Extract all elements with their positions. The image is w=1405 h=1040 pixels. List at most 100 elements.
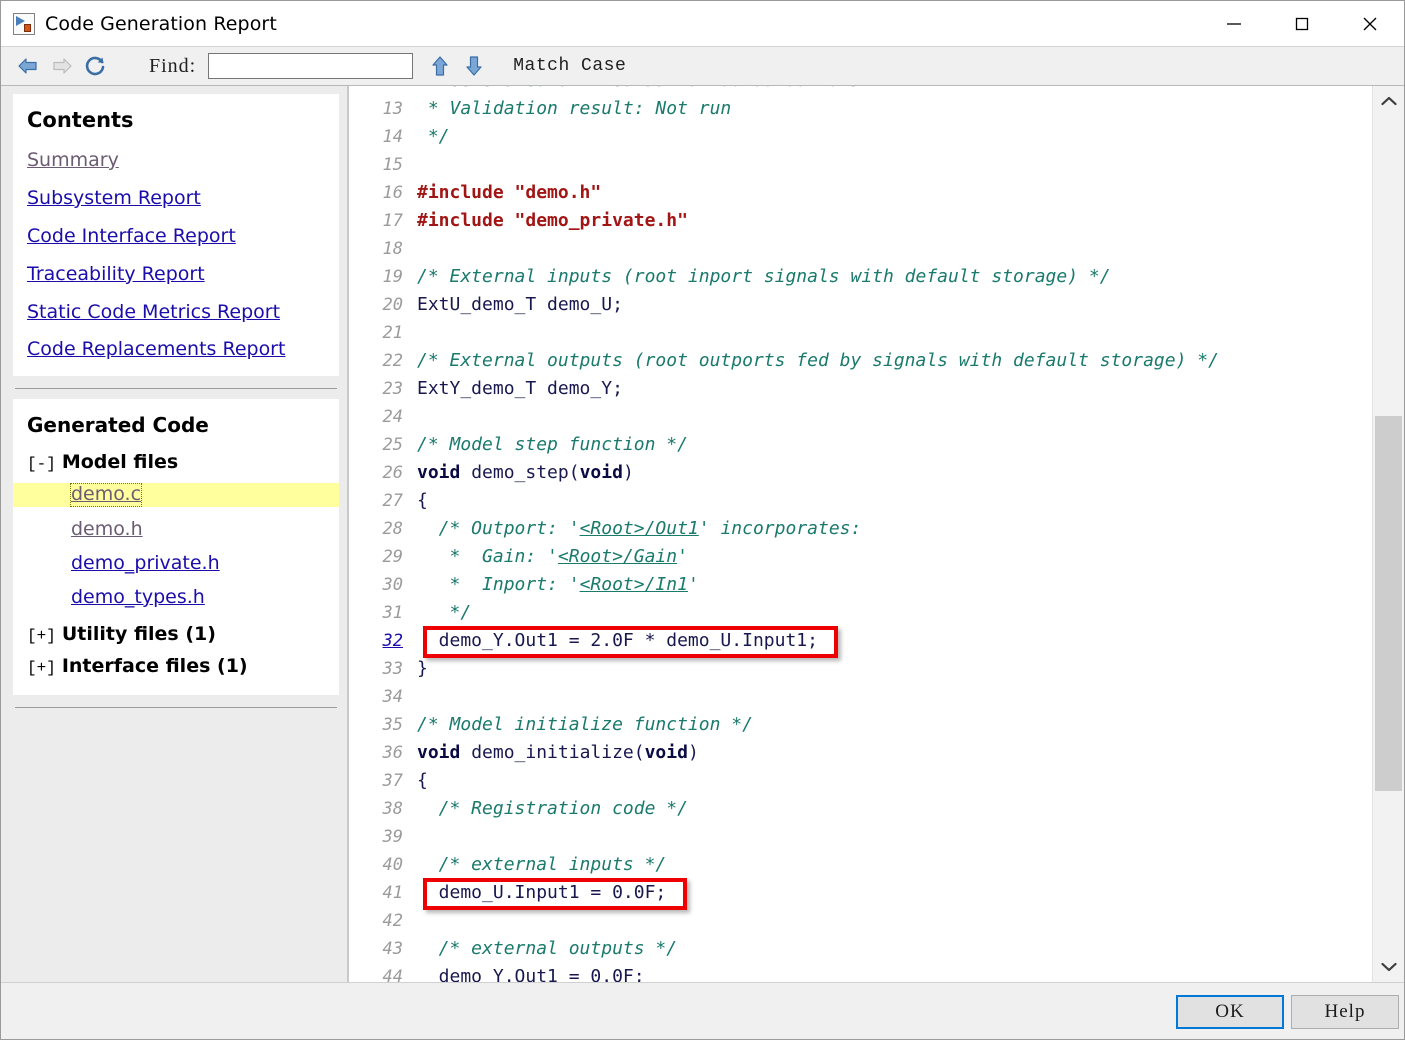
tree-file-demo-types-h[interactable]: demo_types.h	[71, 586, 205, 609]
back-arrow-icon[interactable]	[11, 49, 45, 83]
tree-group-label: Interface files (1)	[61, 654, 248, 677]
code-line: 30 * Inport: '<Root>/In1'	[349, 571, 1373, 599]
code-token: demo_Y.Out1 = 0.0F;	[417, 966, 645, 982]
code-line: 21	[349, 319, 1373, 347]
code-line-number-link[interactable]: 32	[349, 627, 403, 655]
find-label: Find:	[149, 54, 197, 77]
code-line-number: 16	[382, 183, 403, 203]
code-line-number: 28	[382, 519, 403, 539]
code-line: 15	[349, 151, 1373, 179]
sidebar-divider-1	[15, 388, 337, 390]
code-token: {	[417, 770, 428, 791]
code-block-link[interactable]: <Root>/Out1	[580, 518, 699, 539]
code-token: */	[417, 602, 472, 623]
generated-code-panel: Generated Code [-] Model files demo.c de…	[13, 399, 339, 695]
collapse-toggle-icon[interactable]: [-]	[27, 455, 56, 473]
toc-link-summary[interactable]: Summary	[27, 150, 119, 171]
scroll-up-chevron-icon[interactable]	[1373, 86, 1404, 116]
code-line: 29 * Gain: '<Root>/Gain'	[349, 543, 1373, 571]
code-line: 16 #include "demo.h"	[349, 179, 1373, 207]
code-token: ExtY_demo_T demo_Y;	[417, 378, 623, 399]
find-next-down-arrow-icon[interactable]	[457, 49, 491, 83]
code-token: /* Outport: '	[417, 518, 580, 539]
code-token: }	[417, 658, 428, 679]
tree-group-utility-files[interactable]: [+] Utility files (1)	[27, 623, 325, 645]
maximize-icon[interactable]	[1268, 1, 1336, 46]
code-line-number: 38	[382, 799, 403, 819]
tree-group-label: Model files	[61, 451, 179, 474]
main-body: Contents Summary Subsystem Report Code I…	[1, 86, 1404, 982]
scrollbar-thumb[interactable]	[1375, 416, 1402, 791]
code-line-number: 25	[382, 435, 403, 455]
code-token: demo_initialize(	[460, 742, 645, 763]
code-token: demo_step(	[460, 462, 580, 483]
search-input[interactable]	[208, 53, 414, 79]
code-line-number: 19	[382, 267, 403, 287]
tree-group-interface-files[interactable]: [+] Interface files (1)	[27, 655, 325, 677]
code-line: 31 */	[349, 599, 1373, 627]
refresh-icon[interactable]	[79, 49, 113, 83]
code-line-number: 36	[382, 743, 403, 763]
toc-link-static-code-metrics-report[interactable]: Static Code Metrics Report	[27, 301, 280, 323]
expand-toggle-icon[interactable]: [+]	[27, 659, 56, 677]
expand-toggle-icon[interactable]: [+]	[27, 627, 56, 645]
window-controls	[1200, 1, 1404, 46]
forward-arrow-icon	[45, 49, 79, 83]
scroll-down-chevron-icon[interactable]	[1373, 952, 1404, 982]
code-line: 36 void demo_initialize(void)	[349, 739, 1373, 767]
tree-file-row-selected[interactable]: demo.c	[13, 483, 339, 508]
toc-link-code-replacements-report[interactable]: Code Replacements Report	[27, 339, 285, 360]
find-previous-up-arrow-icon[interactable]	[423, 49, 457, 83]
code-line-number: 43	[382, 939, 403, 959]
code-vertical-scrollbar[interactable]	[1372, 86, 1404, 982]
code-generation-report-window: Code Generation Report Find: Match Case …	[0, 0, 1405, 1040]
minimize-icon[interactable]	[1200, 1, 1268, 46]
code-line-number: 13	[382, 99, 403, 119]
navigation-toolbar: Find: Match Case	[1, 46, 1404, 86]
tree-file-demo-h[interactable]: demo.h	[71, 518, 143, 541]
ok-button[interactable]: OK	[1176, 995, 1284, 1029]
tree-file-demo-private-h[interactable]: demo_private.h	[71, 552, 220, 575]
code-line: 13 * Validation result: Not run	[349, 95, 1373, 123]
code-token: ' incorporates:	[698, 518, 862, 539]
code-token: void	[417, 462, 461, 483]
match-case-option[interactable]: Match Case	[513, 56, 626, 76]
code-line-number: 26	[382, 463, 403, 483]
code-line-number: 30	[382, 575, 403, 595]
code-line: 38 /* Registration code */	[349, 795, 1373, 823]
title-bar: Code Generation Report	[1, 1, 1404, 46]
code-line: 24	[349, 403, 1373, 431]
toc-link-subsystem-report[interactable]: Subsystem Report	[27, 187, 201, 209]
code-token: /* external inputs */	[417, 854, 667, 875]
code-block-link[interactable]: <Root>/In1	[580, 574, 688, 595]
code-block-link[interactable]: <Root>/Gain	[558, 546, 677, 567]
tree-file-demo-c[interactable]: demo.c	[69, 483, 143, 508]
toc-link-traceability-report[interactable]: Traceability Report	[27, 263, 205, 285]
code-line: 41 demo_U.Input1 = 0.0F;	[349, 879, 1373, 907]
code-line-number: 29	[382, 547, 403, 567]
dialog-footer: OK Help	[1, 982, 1404, 1039]
code-token: /* Model initialize function */	[417, 714, 753, 735]
help-button[interactable]: Help	[1291, 995, 1399, 1029]
code-line: 35 /* Model initialize function */	[349, 711, 1373, 739]
code-line-number: 37	[382, 771, 403, 791]
code-line-number: 23	[382, 379, 403, 399]
code-line-number: 21	[382, 323, 403, 343]
code-line: 28 /* Outport: '<Root>/Out1' incorporate…	[349, 515, 1373, 543]
tree-group-model-files[interactable]: [-] Model files	[27, 451, 325, 473]
code-line: 27 {	[349, 487, 1373, 515]
code-line-number: 18	[382, 239, 403, 259]
toc-link-code-interface-report[interactable]: Code Interface Report	[27, 225, 236, 247]
code-token: * Validation result: Not run	[417, 98, 732, 119]
code-line: 20 ExtU_demo_T demo_U;	[349, 291, 1373, 319]
code-token: {	[417, 490, 428, 511]
code-line: 19 /* External inputs (root inport signal…	[349, 263, 1373, 291]
code-line: 44 demo_Y.Out1 = 0.0F;	[349, 963, 1373, 982]
code-line: 43 /* external outputs */	[349, 935, 1373, 963]
code-token: #include "demo_private.h"	[417, 210, 688, 231]
close-icon[interactable]	[1336, 1, 1404, 46]
code-line-number: 40	[382, 855, 403, 875]
code-line: 25 /* Model step function */	[349, 431, 1373, 459]
sidebar-divider-2	[15, 706, 337, 708]
code-token: '	[687, 574, 699, 595]
